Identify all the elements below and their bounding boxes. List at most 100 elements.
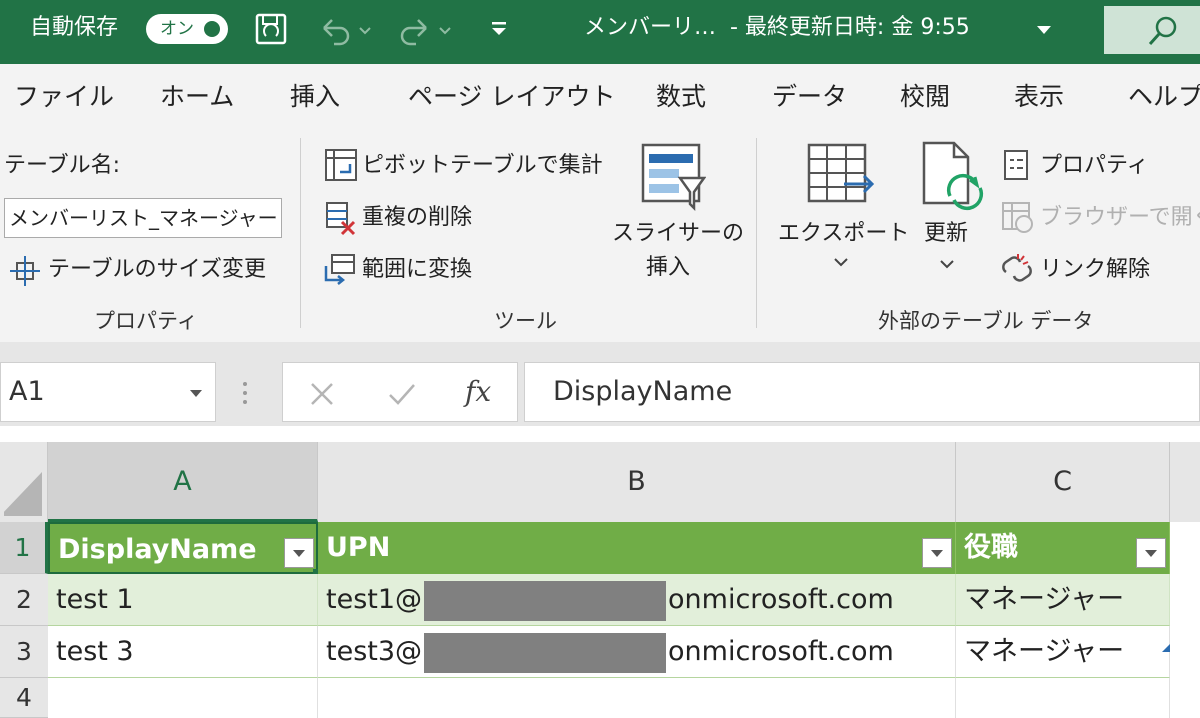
redacted-block	[424, 632, 667, 673]
search-icon	[1148, 16, 1177, 46]
upn-prefix: test1@	[326, 584, 423, 615]
remove-duplicates-label: 重複の削除	[362, 205, 473, 230]
table-cell[interactable]: マネージャー	[956, 574, 1170, 626]
filter-dropdown-displayname[interactable]	[284, 538, 314, 568]
search-box[interactable]	[1104, 6, 1200, 54]
convert-to-range-label: 範囲に変換	[362, 257, 473, 282]
redacted-block	[424, 580, 667, 621]
formula-controls: fx	[282, 362, 518, 422]
open-in-browser-label: ブラウザーで開く	[1040, 205, 1200, 230]
pivot-summarize-label: ピボットテーブルで集計	[362, 153, 603, 178]
column-header-d[interactable]	[1170, 442, 1200, 522]
header-upn: UPN	[326, 532, 391, 563]
table-cell[interactable]: test1@ onmicrosoft.com	[318, 574, 956, 626]
chevron-down-icon[interactable]	[189, 389, 203, 399]
worksheet-grid: A B C 1 2 3 4 DisplayName UPN 役職 test 1 …	[0, 426, 1200, 718]
last-modified: - 最終更新日時: 金 9:55	[730, 15, 970, 40]
autosave-label: 自動保存	[30, 15, 119, 40]
autosave-state: オン	[160, 19, 194, 39]
upn-prefix: test3@	[326, 636, 423, 667]
remove-duplicates-icon	[326, 202, 356, 236]
tab-review[interactable]: 校閲	[900, 82, 950, 112]
chevron-down-icon	[940, 260, 954, 269]
table-cell[interactable]: マネージャー	[956, 626, 1170, 678]
select-all-corner[interactable]	[0, 442, 48, 522]
properties-label: プロパティ	[1040, 153, 1149, 178]
customize-qat-icon[interactable]	[488, 18, 512, 42]
row-header-4[interactable]: 4	[0, 678, 48, 718]
ribbon-tabs: ファイル ホーム 挿入 ページ レイアウト 数式 データ 校閲 表示 ヘルプ	[0, 64, 1200, 128]
properties-icon	[1004, 150, 1028, 180]
undo-icon[interactable]	[316, 14, 376, 48]
upn-suffix: onmicrosoft.com	[668, 636, 894, 667]
group-label-tools: ツール	[494, 309, 557, 333]
table-name-input[interactable]: メンバーリスト_マネージャー	[4, 198, 282, 238]
export-icon	[807, 143, 875, 203]
column-header-b[interactable]: B	[318, 442, 956, 522]
ribbon: テーブル名: メンバーリスト_マネージャー テーブルのサイズ変更 プロパティ ピ…	[0, 128, 1200, 343]
select-all-triangle-icon	[4, 472, 42, 516]
tab-view[interactable]: 表示	[1014, 82, 1064, 112]
tab-data[interactable]: データ	[772, 82, 847, 112]
export-label: エクスポート	[778, 221, 910, 246]
table-cell[interactable]: test3@ onmicrosoft.com	[318, 626, 956, 678]
insert-function-icon[interactable]: fx	[465, 375, 491, 409]
tab-file[interactable]: ファイル	[14, 82, 114, 112]
unlink-icon	[1002, 254, 1032, 282]
slicer-icon	[641, 143, 706, 212]
table-name-label: テーブル名:	[4, 153, 121, 178]
column-header-c[interactable]: C	[956, 442, 1170, 522]
cancel-icon[interactable]	[309, 381, 335, 407]
table-header-cell[interactable]: DisplayName	[48, 522, 318, 574]
group-separator	[756, 138, 757, 328]
open-in-browser-icon	[1002, 202, 1033, 233]
group-separator	[300, 138, 301, 328]
tab-page-layout[interactable]: ページ レイアウト	[408, 82, 615, 112]
table-cell[interactable]: test 1	[48, 574, 318, 626]
unlink-label: リンク解除	[1040, 257, 1151, 282]
enter-check-icon[interactable]	[387, 381, 417, 407]
table-header-cell[interactable]: UPN	[318, 522, 956, 574]
autosave-toggle[interactable]: オン	[146, 14, 228, 44]
column-header-a[interactable]: A	[48, 442, 318, 522]
name-box[interactable]: A1	[0, 362, 216, 422]
resize-table-label: テーブルのサイズ変更	[48, 257, 267, 282]
refresh-icon	[922, 141, 984, 211]
toggle-knob	[204, 21, 220, 37]
save-icon[interactable]	[254, 12, 290, 48]
tab-help[interactable]: ヘルプ	[1128, 82, 1200, 112]
filter-dropdown-upn[interactable]	[922, 538, 952, 568]
tab-formulas[interactable]: 数式	[656, 82, 706, 112]
convert-to-range-icon	[324, 254, 355, 285]
empty-cell[interactable]	[318, 678, 956, 718]
refresh-label: 更新	[924, 221, 969, 246]
row-header-2[interactable]: 2	[0, 574, 48, 626]
group-label-external-data: 外部のテーブル データ	[878, 309, 1094, 333]
header-displayname: DisplayName	[58, 534, 257, 565]
pivot-table-icon	[325, 149, 357, 181]
row-header-3[interactable]: 3	[0, 626, 48, 678]
formula-input[interactable]: DisplayName	[524, 362, 1200, 422]
tab-insert[interactable]: 挿入	[290, 82, 340, 112]
more-options-icon[interactable]	[240, 380, 250, 406]
slicer-label-1: スライサーの	[612, 221, 745, 246]
filter-dropdown-role[interactable]	[1136, 538, 1166, 568]
upn-suffix: onmicrosoft.com	[668, 584, 894, 615]
empty-cell[interactable]	[956, 678, 1170, 718]
name-box-value: A1	[9, 376, 45, 407]
title-bar: 自動保存 オン メンバーリ… - 最終更新日時: 金 9:55	[0, 0, 1200, 64]
chevron-down-icon[interactable]	[1034, 20, 1054, 40]
tab-home[interactable]: ホーム	[160, 82, 234, 112]
formula-bar-area: A1 fx DisplayName	[0, 342, 1200, 426]
empty-cell[interactable]	[48, 678, 318, 718]
group-label-properties: プロパティ	[94, 309, 198, 333]
row-header-1[interactable]: 1	[0, 522, 48, 574]
header-role: 役職	[964, 532, 1018, 563]
slicer-label-2: 挿入	[646, 255, 691, 280]
document-title[interactable]: メンバーリ…	[584, 14, 716, 42]
table-cell[interactable]: test 3	[48, 626, 318, 678]
redo-icon[interactable]	[396, 14, 456, 48]
resize-table-icon	[10, 256, 40, 286]
chevron-down-icon	[834, 258, 848, 267]
table-resize-handle-icon[interactable]	[1162, 644, 1170, 652]
